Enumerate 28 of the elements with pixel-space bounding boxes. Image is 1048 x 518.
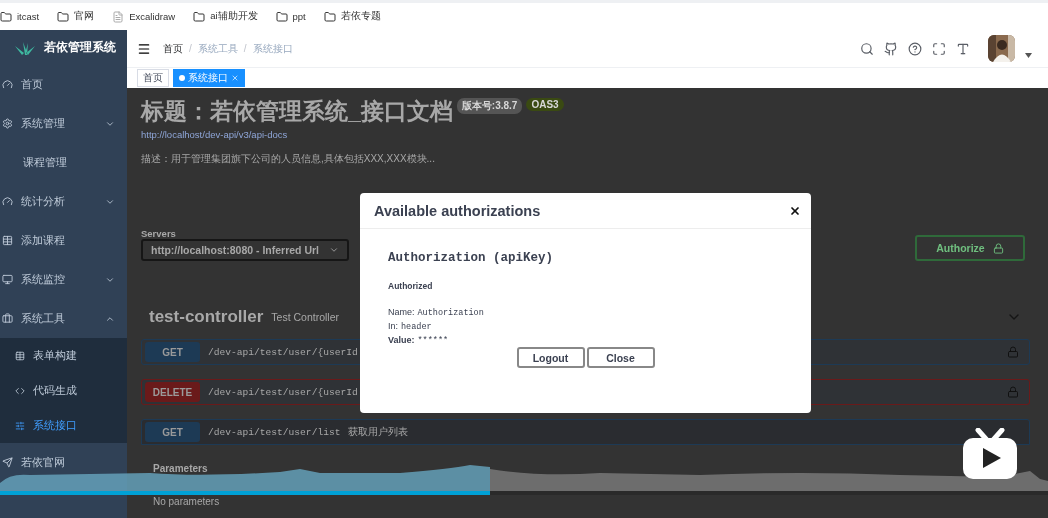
field-label: Name: [388,307,415,317]
field-value: header [401,322,432,332]
field-label: In: [388,321,398,331]
scheme-title: Authorization (apiKey) [388,251,555,265]
oas-badge: OAS3 [526,98,564,111]
no-parameters-text: No parameters [153,496,221,507]
doc-description: 描述：用于管理集团旗下公司的人员信息,具体包括XXX,XXX模块... [141,152,436,166]
auth-status: Authorized [388,281,434,291]
doc-title: 标题：若依管理系统_接口文档 [141,97,453,126]
endpoint-path: /dev-api/test/user/{userId [208,386,358,398]
dialog-title: Available authorizations [374,202,541,219]
version-badge: 版本号:3.8.7 [456,98,523,114]
endpoint-summary: 获取用户列表 [348,425,410,439]
field-value: Authorization [417,308,484,318]
field-value: ****** [417,336,449,346]
method-badge: GET [145,342,200,362]
breadcrumb-separator: / [189,43,192,54]
breadcrumb-separator: / [243,43,247,54]
method-badge: GET [145,422,200,442]
method-badge: DELETE [145,382,200,402]
app-title: 若依管理系统 [44,39,116,56]
section-description: Test Controller [271,311,339,323]
endpoint-path: /dev-api/test/user/{userId [208,346,358,358]
parameters-heading: Parameters [153,463,209,474]
section-title: test-controller [149,307,264,327]
servers-label: Servers [141,228,177,239]
endpoint-path: /dev-api/test/user/list [208,426,341,438]
field-label: Value: [388,335,415,345]
